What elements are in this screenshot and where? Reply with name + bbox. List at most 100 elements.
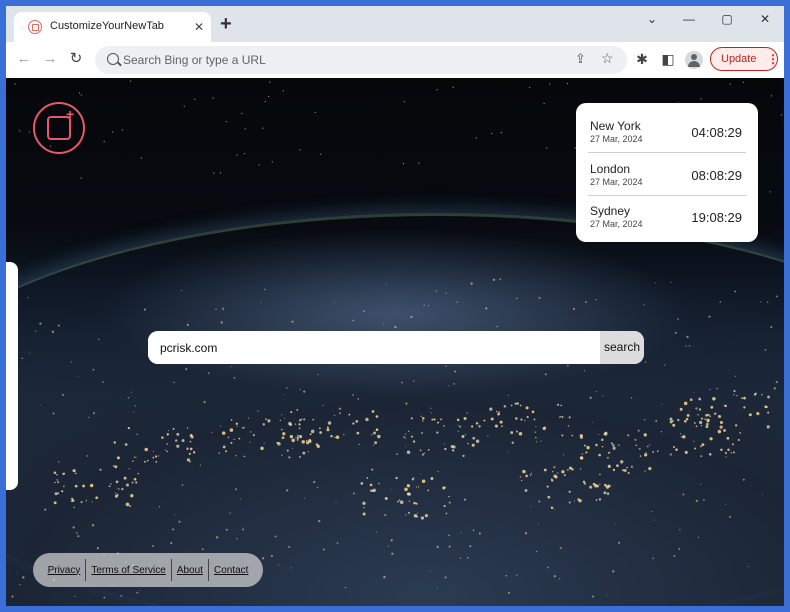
- city-light-dot: [415, 502, 418, 505]
- city-light-dot: [77, 481, 79, 483]
- star-dot: [700, 98, 702, 100]
- city-light-dot: [401, 381, 404, 384]
- back-arrow-icon[interactable]: ←: [15, 51, 33, 67]
- maximize-button[interactable]: ▢: [717, 11, 737, 27]
- tab-search-chevron-icon[interactable]: ⌄: [642, 11, 662, 27]
- city-light-dot: [416, 515, 418, 518]
- city-light-dot: [682, 493, 685, 496]
- star-icon[interactable]: ☆: [601, 50, 614, 67]
- terms-of-service-link[interactable]: Terms of Service: [86, 565, 170, 576]
- about-link[interactable]: About: [172, 565, 208, 576]
- city-light-dot: [221, 431, 226, 435]
- city-light-dot: [544, 373, 547, 376]
- city-light-dot: [130, 391, 132, 393]
- city-light-dot: [129, 505, 131, 508]
- side-panel-icon[interactable]: ◧: [659, 51, 677, 67]
- forward-arrow-icon[interactable]: →: [41, 51, 59, 67]
- city-light-dot: [373, 431, 376, 435]
- city-light-dot: [219, 425, 222, 427]
- city-light-dot: [53, 471, 57, 475]
- city-light-dot: [73, 506, 75, 509]
- city-light-dot: [189, 440, 192, 443]
- city-light-dot: [729, 515, 732, 518]
- city-light-dot: [557, 403, 560, 406]
- share-icon[interactable]: ⇪: [575, 51, 586, 67]
- city-light-dot: [649, 444, 651, 446]
- city-light-dot: [318, 520, 321, 523]
- city-light-dot: [552, 471, 554, 473]
- city-light-dot: [295, 437, 297, 439]
- city-light-dot: [599, 473, 601, 476]
- city-light-dot: [459, 426, 462, 428]
- city-light-dot: [362, 501, 366, 505]
- new-tab-page: + New York 27 Mar, 2024 04:08:29 London …: [6, 78, 784, 606]
- city-light-dot: [274, 535, 277, 538]
- search-input[interactable]: [148, 331, 600, 364]
- city-light-dot: [16, 572, 18, 574]
- city-light-dot: [298, 434, 303, 439]
- city-light-dot: [561, 470, 565, 474]
- city-light-dot: [289, 423, 293, 427]
- city-light-dot: [333, 302, 335, 304]
- city-light-dot: [230, 366, 232, 368]
- city-light-dot: [685, 345, 687, 347]
- city-light-dot: [338, 407, 342, 410]
- puzzle-icon[interactable]: ✱: [633, 51, 651, 67]
- active-tab[interactable]: CustomizeYourNewTab ✕: [14, 12, 211, 42]
- city-light-dot: [186, 447, 189, 450]
- city-light-dot: [319, 431, 323, 434]
- update-button[interactable]: Update ⋮: [710, 47, 779, 71]
- city-light-dot: [494, 424, 498, 428]
- city-light-dot: [695, 425, 698, 428]
- star-dot: [403, 101, 405, 103]
- city-light-dot: [581, 453, 584, 455]
- city-light-dot: [567, 364, 569, 367]
- city-light-dot: [530, 506, 532, 508]
- city-light-dot: [672, 424, 676, 427]
- city-light-dot: [610, 442, 613, 445]
- city-light-dot: [215, 536, 219, 539]
- city-light-dot: [723, 404, 726, 407]
- tab-close-icon[interactable]: ✕: [194, 19, 204, 35]
- city-light-dot: [92, 368, 95, 371]
- new-tab-button[interactable]: +: [220, 14, 232, 34]
- city-light-dot: [215, 308, 217, 311]
- city-light-dot: [589, 396, 592, 399]
- city-light-dot: [115, 480, 119, 484]
- city-light-dot: [77, 376, 79, 378]
- city-light-dot: [11, 595, 14, 598]
- more-menu-icon[interactable]: ⋮: [767, 48, 779, 70]
- contact-link[interactable]: Contact: [209, 565, 253, 576]
- city-light-dot: [281, 436, 285, 440]
- city-light-dot: [114, 465, 118, 469]
- city-light-dot: [391, 552, 394, 555]
- city-light-dot: [298, 423, 301, 426]
- city-light-dot: [430, 407, 432, 409]
- reload-icon[interactable]: ↻: [67, 51, 85, 67]
- city-light-dot: [547, 495, 551, 499]
- avatar-icon[interactable]: [685, 51, 703, 69]
- privacy-link[interactable]: Privacy: [43, 565, 86, 576]
- city-light-dot: [124, 443, 128, 446]
- search-button[interactable]: search: [600, 331, 644, 364]
- city-light-dot: [437, 470, 439, 473]
- city-light-dot: [120, 594, 123, 597]
- city-light-dot: [290, 411, 293, 414]
- minimize-button[interactable]: —: [679, 11, 699, 27]
- address-bar[interactable]: Search Bing or type a URL ⇪ ☆: [95, 46, 627, 74]
- city-light-dot: [417, 486, 420, 488]
- city-light-dot: [307, 451, 310, 453]
- star-dot: [548, 83, 551, 85]
- city-light-dot: [89, 483, 94, 488]
- city-light-dot: [44, 508, 47, 511]
- city-light-dot: [152, 545, 154, 547]
- city-light-dot: [298, 419, 301, 422]
- customize-logo-icon[interactable]: +: [33, 102, 85, 154]
- city-light-dot: [424, 514, 429, 518]
- city-light-dot: [743, 396, 746, 400]
- city-light-dot: [39, 404, 41, 406]
- city-light-dot: [705, 425, 709, 429]
- city-light-dot: [734, 375, 737, 377]
- side-panel-handle[interactable]: [6, 262, 18, 490]
- close-window-button[interactable]: ✕: [755, 11, 775, 27]
